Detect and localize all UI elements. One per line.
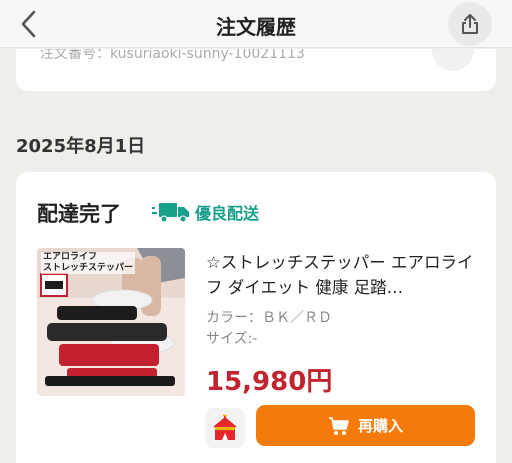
delivery-status: 配達完了 [37, 202, 121, 226]
order-card[interactable]: 配達完了 優良配送 エアロライフ ストレッチステッパー ☆ストレッチステッパー … [16, 172, 496, 463]
product-image-caption: エアロライフ ストレッチステッパー [41, 252, 136, 274]
rebuy-button-label: 再購入 [357, 417, 403, 435]
share-button[interactable] [448, 2, 492, 46]
product-image[interactable]: エアロライフ ストレッチステッパー [37, 248, 185, 396]
product-color: カラー：ＢＫ／ＲＤ [206, 310, 332, 326]
app-header: 注文履歴 [0, 0, 512, 48]
order-date: 2025年8月1日 [16, 136, 146, 157]
delivery-truck-icon [152, 203, 189, 223]
product-price: 15,980円 [206, 367, 333, 397]
previous-order-card[interactable]: 注文番号：kusuriaoki-sunny-10021113 [16, 49, 496, 91]
delivery-badge: 優良配送 [152, 200, 259, 224]
product-size: サイズ:- [206, 331, 258, 347]
delivery-badge-label: 優良配送 [195, 204, 260, 223]
order-number: 注文番号：kusuriaoki-sunny-10021113 [40, 49, 305, 62]
cart-icon [328, 416, 349, 435]
shop-tent-icon [213, 414, 237, 440]
rebuy-button[interactable]: 再購入 [256, 405, 475, 446]
shop-link[interactable] [205, 408, 245, 448]
product-title[interactable]: ☆ストレッチステッパー エアロライフ ダイエット 健康 足踏… [206, 250, 474, 300]
share-icon [462, 14, 478, 34]
page-title: 注文履歴 [216, 15, 296, 39]
previous-order-action[interactable] [432, 49, 474, 71]
